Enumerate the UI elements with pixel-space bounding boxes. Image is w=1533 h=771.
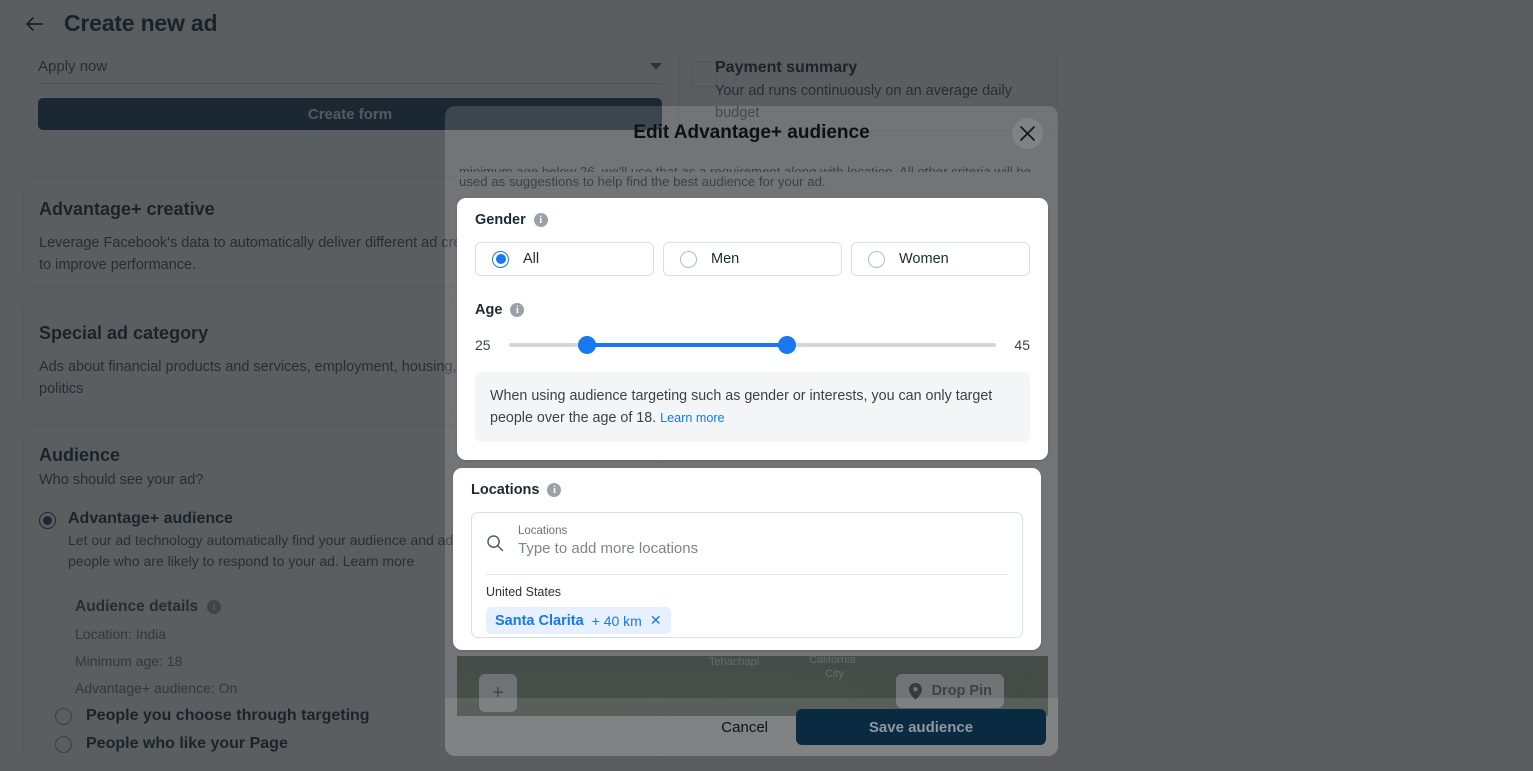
age-label-row: Age i [475,302,1030,318]
slider-track[interactable] [509,336,996,354]
locations-input-label: Locations [518,525,568,537]
info-icon[interactable]: i [510,303,525,317]
search-icon [486,534,504,552]
age-restriction-note: When using audience targeting such as ge… [475,372,1030,443]
location-chip-radius: + 40 km [591,612,642,629]
modal-header: Edit Advantage+ audience [445,106,1058,160]
radio-icon[interactable] [680,250,697,268]
screen-root: Create new ad Apply now Create form Adva… [0,0,1533,771]
search-input[interactable]: Type to add more locations [518,540,1008,557]
info-icon[interactable]: i [533,213,548,227]
slider-handle-max[interactable] [777,336,796,354]
save-audience-button[interactable]: Save audience [796,709,1046,745]
close-icon[interactable]: ✕ [650,612,662,629]
modal-intro-visible: used as suggestions to help find the bes… [459,174,826,189]
location-chip[interactable]: Santa Clarita + 40 km ✕ [486,607,671,634]
slider-track-fill [586,343,787,347]
gender-option-label: All [523,251,540,267]
slider-handle-min[interactable] [577,336,596,354]
age-range-slider[interactable]: 25 45 [475,336,1030,354]
locations-card: Locations i Locations Type to add more l… [453,468,1041,650]
age-max-value: 45 [1014,337,1030,353]
modal-title: Edit Advantage+ audience [633,122,870,143]
gender-options: All Men Women [475,242,1030,276]
cancel-button[interactable]: Cancel [703,710,786,744]
gender-option-women[interactable]: Women [851,242,1030,276]
age-note-text: When using audience targeting such as ge… [490,388,993,427]
gender-age-card: Gender i All Men Women Age i 25 45 When … [457,198,1048,460]
gender-option-all[interactable]: All [475,242,654,276]
locations-label: Locations [471,482,540,498]
gender-label-row: Gender i [475,212,1030,228]
gender-option-men[interactable]: Men [663,242,842,276]
close-icon[interactable] [1012,118,1043,149]
locations-search-row[interactable]: Locations Type to add more locations [486,513,1008,575]
age-label: Age [475,302,503,318]
modal-intro-clipped: minimum age below 26, we'll use that as … [459,164,1032,172]
learn-more-link[interactable]: Learn more [660,411,724,425]
gender-option-label: Women [899,251,949,267]
radio-icon[interactable] [492,250,509,268]
gender-label: Gender [475,212,526,228]
locations-label-row: Locations i [471,482,1023,498]
age-min-value: 25 [475,337,491,353]
modal-footer: Cancel Save audience [445,698,1058,756]
gender-option-label: Men [711,251,740,267]
location-chip-name: Santa Clarita [495,612,584,629]
locations-input-box: Locations Type to add more locations Uni… [471,512,1023,638]
modal-intro-text: minimum age below 26, we'll use that as … [459,162,1044,192]
country-group-label: United States [486,585,562,599]
radio-icon[interactable] [868,250,885,268]
info-icon[interactable]: i [547,483,562,497]
